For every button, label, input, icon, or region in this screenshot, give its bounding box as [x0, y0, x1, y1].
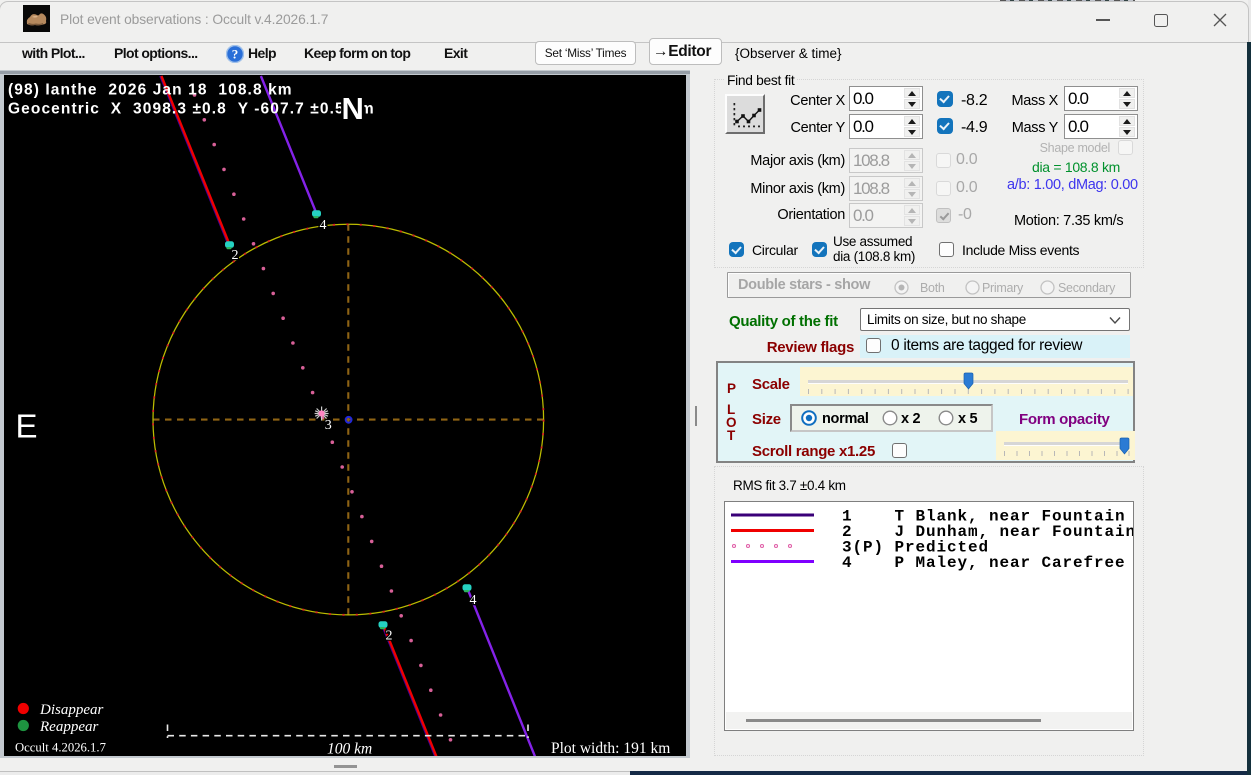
- svg-text:Disappear: Disappear: [39, 702, 103, 718]
- svg-text:4: 4: [470, 593, 477, 608]
- svg-text:Occult 4.2026.1.7: Occult 4.2026.1.7: [15, 741, 106, 755]
- svg-text:4: 4: [320, 218, 327, 233]
- svg-text:2: 2: [386, 629, 393, 644]
- svg-text:(98) Ianthe 2026 Jan 18 108.: (98) Ianthe 2026 Jan 18 108.8 km: [8, 82, 293, 99]
- svg-text:4 P Maley, near Carefree: 4 P Maley, near Carefree: [842, 554, 1126, 572]
- svg-text:Reappear: Reappear: [39, 719, 98, 735]
- svg-text:E: E: [16, 408, 38, 445]
- svg-text:Geocentric X 3098.3 ±0.8 Y: Geocentric X 3098.3 ±0.8 Y -607.7 ±0.5 k…: [8, 101, 375, 118]
- svg-text:N: N: [342, 91, 364, 126]
- svg-text:Plot width: 191 km: Plot width: 191 km: [551, 740, 670, 756]
- svg-text:100 km: 100 km: [327, 741, 372, 757]
- svg-text:2: 2: [232, 248, 239, 263]
- svg-text:?: ?: [232, 47, 239, 62]
- svg-text:3: 3: [325, 418, 332, 433]
